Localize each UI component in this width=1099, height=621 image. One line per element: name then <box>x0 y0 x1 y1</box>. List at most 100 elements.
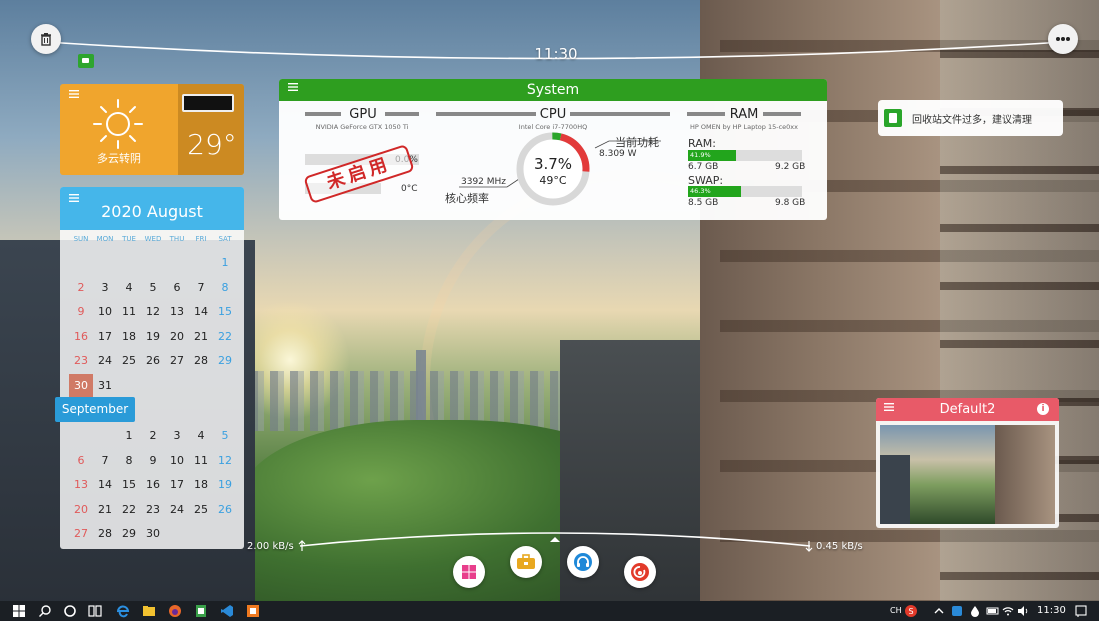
calendar-day[interactable]: 12 <box>213 449 237 474</box>
calendar-day[interactable]: 11 <box>189 449 213 474</box>
calendar-day[interactable]: 16 <box>69 325 93 350</box>
dock-headphones-app[interactable] <box>567 546 599 578</box>
bluetooth-icon[interactable] <box>950 604 964 618</box>
calendar-day[interactable]: 30 <box>69 373 93 399</box>
task-view-icon[interactable] <box>88 604 102 618</box>
calendar-day <box>117 374 141 399</box>
wallpaper-thumbnail[interactable] <box>880 425 1055 524</box>
calendar-day[interactable]: 25 <box>117 349 141 374</box>
calendar-day[interactable]: 19 <box>213 473 237 498</box>
calendar-week-row: 12345 <box>69 424 237 449</box>
battery-icon[interactable] <box>986 604 1000 618</box>
calendar-day[interactable]: 5 <box>141 276 165 301</box>
calendar-day[interactable]: 17 <box>165 473 189 498</box>
search-icon[interactable] <box>38 604 52 618</box>
app-icon[interactable] <box>194 604 208 618</box>
calendar-day[interactable]: 26 <box>141 349 165 374</box>
calendar-day[interactable]: 3 <box>93 276 117 301</box>
calendar-day[interactable]: 13 <box>165 300 189 325</box>
chevron-up-icon[interactable] <box>932 604 946 618</box>
notification-center-icon[interactable] <box>1074 604 1088 618</box>
calendar-day[interactable]: 21 <box>189 325 213 350</box>
calendar-day[interactable]: 12 <box>141 300 165 325</box>
drop-icon[interactable] <box>968 604 982 618</box>
calendar-day[interactable]: 2 <box>141 424 165 449</box>
calendar-day[interactable]: 22 <box>213 325 237 350</box>
calendar-day[interactable]: 1 <box>117 424 141 449</box>
calendar-day[interactable]: 4 <box>117 276 141 301</box>
app-orange-icon[interactable] <box>246 604 260 618</box>
calendar-day[interactable]: 8 <box>117 449 141 474</box>
calendar-day[interactable]: 26 <box>213 498 237 523</box>
calendar-day[interactable]: 30 <box>141 522 165 547</box>
calendar-day[interactable]: 7 <box>93 449 117 474</box>
calendar-day[interactable]: 25 <box>189 498 213 523</box>
calendar-day[interactable]: 15 <box>213 300 237 325</box>
calendar-day[interactable]: 4 <box>189 424 213 449</box>
calendar-day <box>165 251 189 276</box>
info-icon[interactable]: i <box>1037 403 1049 415</box>
calendar-day[interactable]: 23 <box>69 349 93 374</box>
calendar-day[interactable]: 24 <box>93 349 117 374</box>
calendar-day[interactable]: 14 <box>189 300 213 325</box>
default2-widget[interactable]: Default2 i <box>876 398 1059 528</box>
calendar-day[interactable]: 24 <box>165 498 189 523</box>
menu-icon[interactable] <box>69 90 79 98</box>
weather-widget[interactable]: 多云转阴 29° <box>60 84 244 175</box>
calendar-day[interactable]: 8 <box>213 276 237 301</box>
calendar-day[interactable]: 28 <box>189 349 213 374</box>
calendar-day[interactable]: 17 <box>93 325 117 350</box>
calendar-day[interactable]: 16 <box>141 473 165 498</box>
calendar-day[interactable]: 5 <box>213 424 237 449</box>
calendar-day[interactable]: 18 <box>189 473 213 498</box>
calendar-day[interactable]: 11 <box>117 300 141 325</box>
calendar-day[interactable]: 20 <box>165 325 189 350</box>
dock-toolbox-app[interactable] <box>510 546 542 578</box>
menu-icon[interactable] <box>69 194 79 202</box>
more-options-button[interactable] <box>1048 24 1078 54</box>
vscode-icon[interactable] <box>220 604 234 618</box>
calendar-day[interactable]: 9 <box>141 449 165 474</box>
dock-windows-app[interactable] <box>453 556 485 588</box>
calendar-day[interactable]: 6 <box>165 276 189 301</box>
calendar-day[interactable]: 13 <box>69 473 93 498</box>
recycle-bin-notification[interactable]: 回收站文件过多，建议清理 <box>878 100 1063 136</box>
trash-button[interactable] <box>31 24 61 54</box>
calendar-day[interactable]: 23 <box>141 498 165 523</box>
calendar-day[interactable]: 29 <box>117 522 141 547</box>
calendar-day[interactable]: 15 <box>117 473 141 498</box>
wifi-icon[interactable] <box>1001 604 1015 618</box>
calendar-day[interactable]: 6 <box>69 449 93 474</box>
calendar-day[interactable]: 20 <box>69 498 93 523</box>
calendar-day[interactable]: 28 <box>93 522 117 547</box>
tag-icon[interactable] <box>78 54 94 68</box>
firefox-icon[interactable] <box>168 604 182 618</box>
calendar-day[interactable]: 10 <box>93 300 117 325</box>
calendar-day[interactable]: 22 <box>117 498 141 523</box>
calendar-day[interactable]: 18 <box>117 325 141 350</box>
calendar-day[interactable]: 19 <box>141 325 165 350</box>
input-language[interactable]: CH <box>890 606 902 615</box>
calendar-day[interactable]: 10 <box>165 449 189 474</box>
cortana-icon[interactable] <box>63 604 77 618</box>
calendar-day[interactable]: 27 <box>165 349 189 374</box>
dock-netease-music-app[interactable] <box>624 556 656 588</box>
calendar-day[interactable]: 29 <box>213 349 237 374</box>
calendar-day[interactable]: 1 <box>213 251 237 276</box>
start-icon[interactable] <box>12 604 26 618</box>
calendar-day[interactable]: 31 <box>93 374 117 399</box>
calendar-day[interactable]: 2 <box>69 276 93 301</box>
file-explorer-icon[interactable] <box>142 604 156 618</box>
calendar-day[interactable]: 14 <box>93 473 117 498</box>
calendar-day[interactable]: 21 <box>93 498 117 523</box>
ram-used: 6.7 GB <box>688 162 719 172</box>
calendar-day[interactable]: 9 <box>69 300 93 325</box>
calendar-month-label-september[interactable]: September <box>55 397 135 422</box>
sogou-ime-icon[interactable]: S <box>904 604 918 618</box>
calendar-day[interactable]: 7 <box>189 276 213 301</box>
calendar-day[interactable]: 27 <box>69 522 93 547</box>
calendar-day[interactable]: 3 <box>165 424 189 449</box>
volume-icon[interactable] <box>1016 604 1030 618</box>
taskbar-clock[interactable]: 11:30 <box>1037 605 1066 616</box>
edge-icon[interactable] <box>116 604 130 618</box>
